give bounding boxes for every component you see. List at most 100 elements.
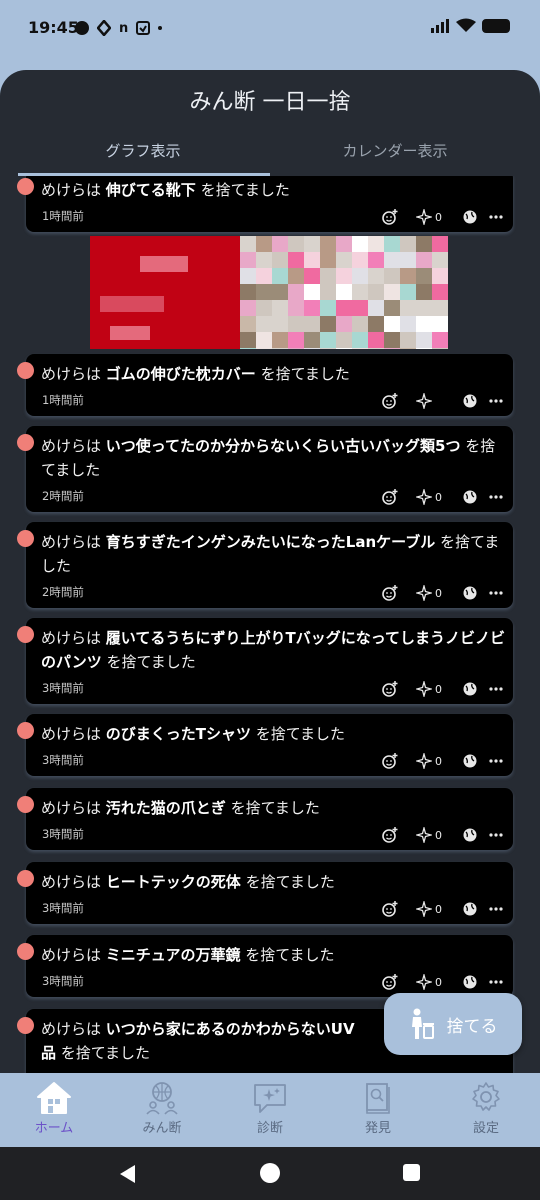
- visibility-button[interactable]: [463, 490, 477, 504]
- post-time: 3時間前: [42, 901, 84, 915]
- globe-icon: [463, 902, 477, 916]
- ad-pixel: [368, 300, 384, 316]
- ad-pixel: [432, 300, 448, 316]
- cheer-button[interactable]: 0: [416, 681, 449, 697]
- ad-pixel: [272, 268, 288, 284]
- ad-banner[interactable]: [90, 236, 448, 349]
- ad-pixel: [320, 316, 336, 332]
- reaction-button[interactable]: [382, 753, 398, 769]
- globe-icon: [463, 210, 477, 224]
- more-options-button[interactable]: [489, 495, 503, 499]
- reaction-button[interactable]: [382, 827, 398, 843]
- ad-pixel: [352, 332, 368, 348]
- post-actions: 0: [382, 489, 503, 505]
- post-time: 1時間前: [42, 209, 84, 223]
- visibility-button[interactable]: [463, 586, 477, 600]
- ad-pixel: [240, 236, 256, 252]
- back-icon[interactable]: [118, 1164, 136, 1184]
- reaction-button[interactable]: [382, 974, 398, 990]
- cheer-button[interactable]: 0: [416, 753, 449, 769]
- reaction-button[interactable]: [382, 901, 398, 917]
- cheer-button[interactable]: 0: [416, 585, 449, 601]
- more-options-button[interactable]: [489, 687, 503, 691]
- visibility-button[interactable]: [463, 828, 477, 842]
- ad-pixel: [384, 284, 400, 300]
- nav-discover[interactable]: 発見: [324, 1081, 432, 1136]
- ad-pixel: [320, 332, 336, 348]
- pin-dot: [17, 362, 34, 379]
- cheer-button[interactable]: 0: [416, 827, 449, 843]
- more-horizontal-icon: [489, 687, 503, 691]
- nav-home[interactable]: ホーム: [0, 1081, 108, 1136]
- recents-button[interactable]: [403, 1164, 420, 1181]
- more-horizontal-icon: [489, 833, 503, 837]
- reaction-button[interactable]: [382, 681, 398, 697]
- reaction-button[interactable]: [382, 585, 398, 601]
- ad-pixel: [384, 252, 400, 268]
- pin-dot: [17, 530, 34, 547]
- more-options-button[interactable]: [489, 215, 503, 219]
- post-card: めけらは ゴムの伸びた枕カバー を捨てました 1時間前: [17, 354, 513, 416]
- post-time: 3時間前: [42, 974, 84, 988]
- post-feed[interactable]: めけらは 伸びてる靴下 を捨てました 1時間前 0 めけらは ゴムの伸びた枕カバ…: [0, 176, 540, 1073]
- visibility-button[interactable]: [463, 902, 477, 916]
- ad-pixel: [240, 348, 256, 349]
- nav-minndan-label: みん断: [142, 1121, 182, 1136]
- post-text: めけらは ヒートテックの死体 を捨てました: [41, 873, 335, 891]
- nav-settings[interactable]: 設定: [432, 1081, 540, 1136]
- status-bar: 19:45 n: [0, 0, 540, 60]
- reaction-button[interactable]: [382, 393, 398, 409]
- cheer-button[interactable]: 0: [416, 974, 449, 990]
- ad-pixel: [416, 268, 432, 284]
- visibility-button[interactable]: [463, 210, 477, 224]
- more-horizontal-icon: [489, 591, 503, 595]
- visibility-button[interactable]: [463, 975, 477, 989]
- battery-icon: [482, 18, 510, 33]
- ad-pixel: [400, 300, 416, 316]
- ad-pixel: [100, 296, 164, 312]
- ad-pixel: [256, 300, 272, 316]
- post-actions: 0: [382, 974, 503, 990]
- bottom-nav: ホーム みん断 診断 発見 設定: [0, 1073, 540, 1147]
- ad-pixel: [288, 284, 304, 300]
- reaction-button[interactable]: [382, 209, 398, 225]
- cheer-button[interactable]: 0: [416, 489, 449, 505]
- more-options-button[interactable]: [489, 980, 503, 984]
- ad-pixel: [240, 252, 256, 268]
- more-options-button[interactable]: [489, 399, 503, 403]
- post-actions: 0: [382, 681, 503, 697]
- ad-pixel: [288, 316, 304, 332]
- more-options-button[interactable]: [489, 759, 503, 763]
- ad-pixel: [336, 300, 352, 316]
- pin-dot: [17, 870, 34, 887]
- post-card: めけらは いつ使ってたのか分からないくらい古いバッグ類5つ を捨てました 2時間…: [17, 426, 513, 512]
- cheer-button[interactable]: 0: [416, 209, 449, 225]
- post-time: 3時間前: [42, 753, 84, 767]
- cheer-count: 0: [435, 902, 442, 916]
- pin-dot: [17, 626, 34, 643]
- ad-pixel: [320, 284, 336, 300]
- visibility-button[interactable]: [463, 754, 477, 768]
- ad-pixel: [336, 252, 352, 268]
- tab-graph[interactable]: グラフ表示: [18, 140, 268, 161]
- ad-pixel: [384, 268, 400, 284]
- ad-pixel: [336, 268, 352, 284]
- tab-calendar[interactable]: カレンダー表示: [270, 140, 520, 161]
- ad-pixel: [288, 236, 304, 252]
- visibility-button[interactable]: [463, 682, 477, 696]
- more-options-button[interactable]: [489, 833, 503, 837]
- ad-pixel: [400, 268, 416, 284]
- reaction-button[interactable]: [382, 489, 398, 505]
- wifi-icon: [456, 18, 476, 32]
- more-options-button[interactable]: [489, 907, 503, 911]
- visibility-button[interactable]: [463, 394, 477, 408]
- discard-fab[interactable]: 捨てる: [384, 993, 522, 1055]
- cheer-button[interactable]: [416, 393, 449, 409]
- ad-pixel: [352, 236, 368, 252]
- cheer-button[interactable]: 0: [416, 901, 449, 917]
- more-options-button[interactable]: [489, 591, 503, 595]
- nav-minndan[interactable]: みん断: [108, 1081, 216, 1136]
- home-button[interactable]: [260, 1163, 280, 1183]
- globe-icon: [463, 394, 477, 408]
- nav-diagnosis[interactable]: 診断: [216, 1081, 324, 1136]
